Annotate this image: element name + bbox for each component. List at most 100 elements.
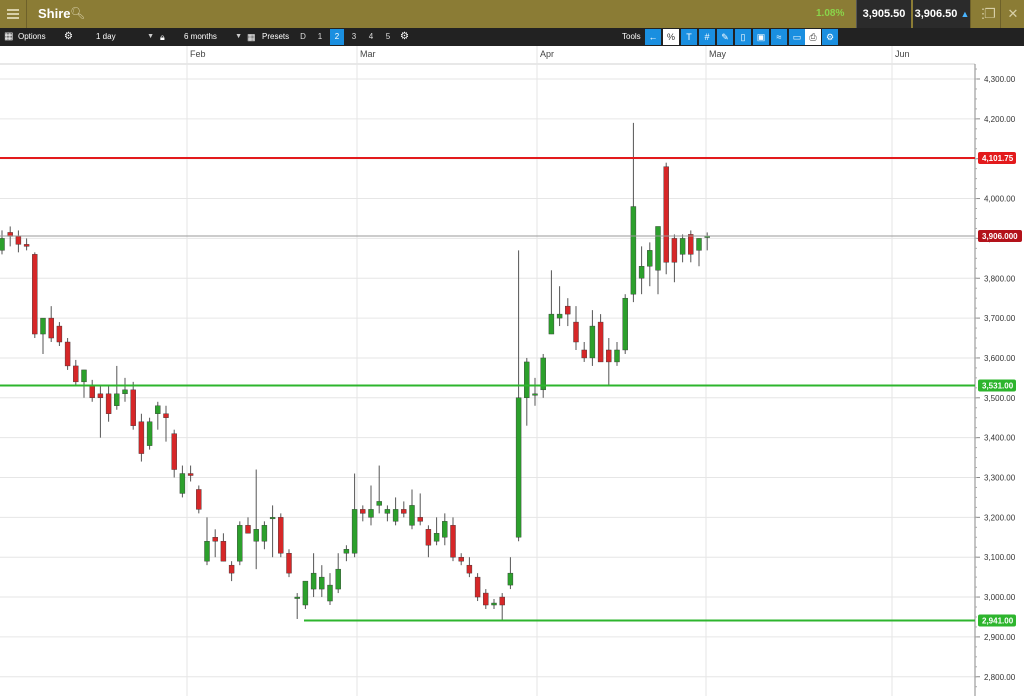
candle-down <box>417 517 423 522</box>
grid-lines-icon[interactable]: # <box>699 29 715 45</box>
candle-down <box>581 349 587 359</box>
panel-icon[interactable]: ▦ <box>4 28 13 46</box>
candlestick-chart[interactable]: FebMarAprMayJun4,300.004,200.004,100.004… <box>0 46 1024 696</box>
expand-icon[interactable]: ❐ <box>978 0 1002 28</box>
y-tick-label: 4,300.00 <box>984 75 1016 84</box>
candle-down <box>573 321 579 343</box>
candle-up <box>319 576 325 590</box>
candle-up <box>114 393 120 406</box>
preset-2[interactable]: 2 <box>330 29 344 45</box>
back-arrow-icon[interactable]: ← <box>645 29 661 45</box>
candle-down <box>425 529 432 546</box>
candle-down <box>89 385 95 399</box>
y-tick-label: 3,600.00 <box>984 354 1016 363</box>
candle-up <box>622 297 628 351</box>
settings-icon[interactable]: ⚙ <box>822 29 838 45</box>
candle-up <box>614 349 620 363</box>
candle-down <box>97 393 104 399</box>
candle-up <box>376 501 382 506</box>
shape-icon[interactable]: ▭ <box>789 29 805 45</box>
gear-icon[interactable]: ⚙ <box>64 28 73 46</box>
candle-down <box>245 525 251 534</box>
hamburger-icon[interactable] <box>0 0 27 28</box>
candle-down <box>32 254 38 335</box>
candle-icon[interactable]: ▯ <box>735 29 751 45</box>
candle-down <box>286 553 292 574</box>
preset-5[interactable]: 5 <box>381 29 395 45</box>
candle-up <box>638 266 645 279</box>
range-select[interactable]: 6 months ▼ <box>180 30 244 44</box>
candle-up <box>204 541 210 562</box>
candle-down <box>466 564 473 574</box>
interval-select[interactable]: 1 day ▼ <box>92 30 156 44</box>
date-strip <box>0 46 1024 64</box>
y-tick-label: 2,900.00 <box>984 633 1016 642</box>
calendar-icon[interactable]: ▦ <box>247 28 256 46</box>
candle-down <box>220 541 227 562</box>
candle-up <box>253 529 259 542</box>
sell-button[interactable]: 3,905.50 ▼ <box>856 0 911 47</box>
buy-button[interactable]: 3,906.50 ▲ <box>913 0 971 28</box>
options-button[interactable]: Options <box>18 28 46 46</box>
candle-down <box>64 341 71 367</box>
candle-down <box>56 325 63 343</box>
gear-icon[interactable]: ⚙ <box>400 28 409 46</box>
indicator-icon[interactable]: ≈ <box>771 29 787 45</box>
up-arrow-icon: ▲ <box>960 9 970 19</box>
candle-down <box>458 557 464 562</box>
candle-up <box>433 533 440 542</box>
close-icon[interactable]: ✕ <box>1000 0 1024 28</box>
candle-down <box>171 433 177 470</box>
draw-icon[interactable]: ✎ <box>717 29 733 45</box>
candle-down <box>360 509 366 514</box>
x-tick-label: May <box>709 49 727 59</box>
chevron-down-icon: ▼ <box>235 33 242 40</box>
print-icon[interactable]: ⎙ <box>805 29 821 45</box>
candle-down <box>565 305 571 315</box>
y-tick-label: 4,000.00 <box>984 195 1016 204</box>
candle-up <box>327 584 333 602</box>
candle-up <box>507 572 514 586</box>
candle-up <box>343 549 350 554</box>
y-tick-label: 4,200.00 <box>984 115 1016 124</box>
preset-d[interactable]: D <box>296 29 310 45</box>
chevron-down-icon: ▼ <box>147 33 154 40</box>
preset-1[interactable]: 1 <box>313 29 327 45</box>
y-tick-label: 3,400.00 <box>984 434 1016 443</box>
candle-down <box>278 517 284 554</box>
layers-icon[interactable]: ▣ <box>753 29 769 45</box>
lock-icon[interactable]: 🔒︎ <box>160 28 165 46</box>
y-tick-label: 3,000.00 <box>984 593 1016 602</box>
chart-area[interactable]: FebMarAprMayJun4,300.004,200.004,100.004… <box>0 46 1024 696</box>
y-tick-label: 2,800.00 <box>984 673 1016 682</box>
candle-up <box>302 580 309 606</box>
candle-up <box>524 361 530 398</box>
candle-up <box>146 421 153 446</box>
text-icon[interactable]: T <box>681 29 697 45</box>
candle-down <box>73 365 79 383</box>
candle-down <box>138 421 145 454</box>
y-tick-label: 3,800.00 <box>984 274 1016 283</box>
y-tick-label: 3,200.00 <box>984 513 1016 522</box>
candle-down <box>401 509 407 514</box>
candle-up <box>515 397 522 538</box>
candle-down <box>228 564 235 574</box>
candle-up <box>655 226 661 271</box>
candle-up <box>491 602 497 606</box>
candle-down <box>187 473 194 476</box>
candle-up <box>122 389 128 395</box>
percent-icon[interactable]: % <box>663 29 679 45</box>
change-percent: 1.08% <box>816 8 845 19</box>
candle-up <box>630 206 637 295</box>
search-icon[interactable]: 🔍︎ <box>70 6 85 20</box>
candle-down <box>23 244 30 247</box>
y-tick-label: 3,100.00 <box>984 553 1016 562</box>
candle-up <box>310 572 317 590</box>
preset-3[interactable]: 3 <box>347 29 361 45</box>
candle-down <box>130 389 136 426</box>
candle-up <box>392 509 399 522</box>
candle-up <box>155 405 161 414</box>
candle-down <box>688 234 694 255</box>
candle-down <box>450 525 456 558</box>
preset-4[interactable]: 4 <box>364 29 378 45</box>
